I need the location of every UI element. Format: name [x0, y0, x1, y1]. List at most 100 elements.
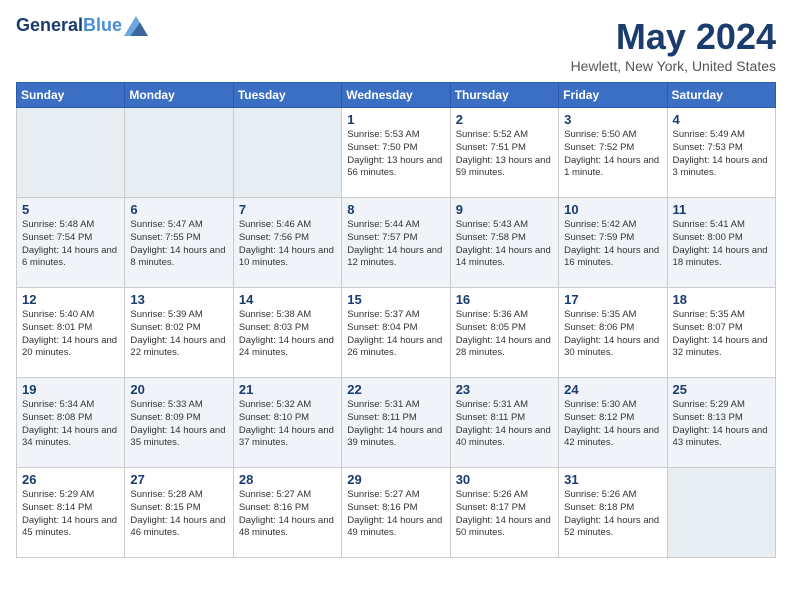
day-info: Sunrise: 5:53 AM Sunset: 7:50 PM Dayligh…: [347, 129, 444, 180]
calendar-table: SundayMondayTuesdayWednesdayThursdayFrid…: [16, 82, 776, 558]
day-info: Sunrise: 5:50 AM Sunset: 7:52 PM Dayligh…: [564, 129, 661, 180]
title-area: May 2024 Hewlett, New York, United State…: [571, 16, 776, 74]
day-number: 15: [347, 292, 444, 307]
day-number: 26: [22, 472, 119, 487]
day-number: 29: [347, 472, 444, 487]
calendar-day-cell: 18 Sunrise: 5:35 AM Sunset: 8:07 PM Dayli…: [667, 288, 775, 378]
day-info: Sunrise: 5:43 AM Sunset: 7:58 PM Dayligh…: [456, 219, 553, 270]
day-number: 22: [347, 382, 444, 397]
weekday-header-cell: Saturday: [667, 83, 775, 108]
day-number: 13: [130, 292, 227, 307]
calendar-day-cell: 12Sunrise: 5:40 AM Sunset: 8:01 PM Dayli…: [17, 288, 125, 378]
calendar-day-cell: 15 Sunrise: 5:37 AM Sunset: 8:04 PM Dayli…: [342, 288, 450, 378]
day-number: 30: [456, 472, 553, 487]
calendar-day-cell: 23 Sunrise: 5:31 AM Sunset: 8:11 PM Dayli…: [450, 378, 558, 468]
calendar-day-cell: 31 Sunrise: 5:26 AM Sunset: 8:18 PM Dayli…: [559, 468, 667, 558]
day-info: Sunrise: 5:42 AM Sunset: 7:59 PM Dayligh…: [564, 219, 661, 270]
day-info: Sunrise: 5:47 AM Sunset: 7:55 PM Dayligh…: [130, 219, 227, 270]
day-number: 23: [456, 382, 553, 397]
calendar-week-row: 5Sunrise: 5:48 AM Sunset: 7:54 PM Daylig…: [17, 198, 776, 288]
weekday-header-cell: Monday: [125, 83, 233, 108]
day-info: Sunrise: 5:30 AM Sunset: 8:12 PM Dayligh…: [564, 399, 661, 450]
day-number: 16: [456, 292, 553, 307]
day-info: Sunrise: 5:33 AM Sunset: 8:09 PM Dayligh…: [130, 399, 227, 450]
calendar-day-cell: 1 Sunrise: 5:53 AM Sunset: 7:50 PM Daylig…: [342, 108, 450, 198]
day-number: 24: [564, 382, 661, 397]
calendar-day-cell: 8Sunrise: 5:44 AM Sunset: 7:57 PM Daylig…: [342, 198, 450, 288]
day-number: 5: [22, 202, 119, 217]
day-info: Sunrise: 5:36 AM Sunset: 8:05 PM Dayligh…: [456, 309, 553, 360]
calendar-day-cell: 25Sunrise: 5:29 AM Sunset: 8:13 PM Dayli…: [667, 378, 775, 468]
day-number: 1: [347, 112, 444, 127]
logo: GeneralBlue: [16, 16, 148, 36]
day-number: 28: [239, 472, 336, 487]
day-info: Sunrise: 5:26 AM Sunset: 8:17 PM Dayligh…: [456, 489, 553, 540]
day-number: 6: [130, 202, 227, 217]
day-number: 10: [564, 202, 661, 217]
day-info: Sunrise: 5:29 AM Sunset: 8:13 PM Dayligh…: [673, 399, 770, 450]
day-info: Sunrise: 5:49 AM Sunset: 7:53 PM Dayligh…: [673, 129, 770, 180]
day-number: 14: [239, 292, 336, 307]
calendar-week-row: 1 Sunrise: 5:53 AM Sunset: 7:50 PM Daylig…: [17, 108, 776, 198]
day-number: 2: [456, 112, 553, 127]
page-header: GeneralBlue May 2024 Hewlett, New York, …: [16, 16, 776, 74]
calendar-day-cell: [17, 108, 125, 198]
calendar-day-cell: 17 Sunrise: 5:35 AM Sunset: 8:06 PM Dayli…: [559, 288, 667, 378]
calendar-day-cell: 24 Sunrise: 5:30 AM Sunset: 8:12 PM Dayli…: [559, 378, 667, 468]
day-number: 17: [564, 292, 661, 307]
day-number: 7: [239, 202, 336, 217]
calendar-week-row: 12Sunrise: 5:40 AM Sunset: 8:01 PM Dayli…: [17, 288, 776, 378]
day-info: Sunrise: 5:34 AM Sunset: 8:08 PM Dayligh…: [22, 399, 119, 450]
calendar-day-cell: 5Sunrise: 5:48 AM Sunset: 7:54 PM Daylig…: [17, 198, 125, 288]
weekday-header-cell: Tuesday: [233, 83, 341, 108]
calendar-day-cell: 14 Sunrise: 5:38 AM Sunset: 8:03 PM Dayli…: [233, 288, 341, 378]
day-info: Sunrise: 5:38 AM Sunset: 8:03 PM Dayligh…: [239, 309, 336, 360]
calendar-day-cell: 26 Sunrise: 5:29 AM Sunset: 8:14 PM Dayli…: [17, 468, 125, 558]
day-number: 21: [239, 382, 336, 397]
day-info: Sunrise: 5:37 AM Sunset: 8:04 PM Dayligh…: [347, 309, 444, 360]
calendar-day-cell: 10 Sunrise: 5:42 AM Sunset: 7:59 PM Dayli…: [559, 198, 667, 288]
calendar-day-cell: 9 Sunrise: 5:43 AM Sunset: 7:58 PM Daylig…: [450, 198, 558, 288]
weekday-header-cell: Thursday: [450, 83, 558, 108]
calendar-day-cell: [233, 108, 341, 198]
day-info: Sunrise: 5:52 AM Sunset: 7:51 PM Dayligh…: [456, 129, 553, 180]
day-number: 31: [564, 472, 661, 487]
day-info: Sunrise: 5:41 AM Sunset: 8:00 PM Dayligh…: [673, 219, 770, 270]
calendar-day-cell: 13 Sunrise: 5:39 AM Sunset: 8:02 PM Dayli…: [125, 288, 233, 378]
day-info: Sunrise: 5:35 AM Sunset: 8:06 PM Dayligh…: [564, 309, 661, 360]
calendar-week-row: 19Sunrise: 5:34 AM Sunset: 8:08 PM Dayli…: [17, 378, 776, 468]
calendar-week-row: 26 Sunrise: 5:29 AM Sunset: 8:14 PM Dayli…: [17, 468, 776, 558]
calendar-body: 1 Sunrise: 5:53 AM Sunset: 7:50 PM Daylig…: [17, 108, 776, 558]
day-info: Sunrise: 5:39 AM Sunset: 8:02 PM Dayligh…: [130, 309, 227, 360]
calendar-day-cell: 3Sunrise: 5:50 AM Sunset: 7:52 PM Daylig…: [559, 108, 667, 198]
day-number: 11: [673, 202, 770, 217]
weekday-header-row: SundayMondayTuesdayWednesdayThursdayFrid…: [17, 83, 776, 108]
calendar-day-cell: 2 Sunrise: 5:52 AM Sunset: 7:51 PM Daylig…: [450, 108, 558, 198]
day-number: 12: [22, 292, 119, 307]
calendar-day-cell: 29 Sunrise: 5:27 AM Sunset: 8:16 PM Dayli…: [342, 468, 450, 558]
day-number: 20: [130, 382, 227, 397]
calendar-day-cell: [125, 108, 233, 198]
calendar-day-cell: 30 Sunrise: 5:26 AM Sunset: 8:17 PM Dayli…: [450, 468, 558, 558]
calendar-day-cell: 4Sunrise: 5:49 AM Sunset: 7:53 PM Daylig…: [667, 108, 775, 198]
calendar-day-cell: 20 Sunrise: 5:33 AM Sunset: 8:09 PM Dayli…: [125, 378, 233, 468]
logo-icon: [124, 16, 148, 36]
day-info: Sunrise: 5:27 AM Sunset: 8:16 PM Dayligh…: [347, 489, 444, 540]
calendar-day-cell: 16 Sunrise: 5:36 AM Sunset: 8:05 PM Dayli…: [450, 288, 558, 378]
calendar-day-cell: 27Sunrise: 5:28 AM Sunset: 8:15 PM Dayli…: [125, 468, 233, 558]
day-info: Sunrise: 5:29 AM Sunset: 8:14 PM Dayligh…: [22, 489, 119, 540]
calendar-day-cell: 22 Sunrise: 5:31 AM Sunset: 8:11 PM Dayli…: [342, 378, 450, 468]
day-info: Sunrise: 5:31 AM Sunset: 8:11 PM Dayligh…: [347, 399, 444, 450]
day-info: Sunrise: 5:31 AM Sunset: 8:11 PM Dayligh…: [456, 399, 553, 450]
day-info: Sunrise: 5:35 AM Sunset: 8:07 PM Dayligh…: [673, 309, 770, 360]
day-info: Sunrise: 5:26 AM Sunset: 8:18 PM Dayligh…: [564, 489, 661, 540]
day-number: 18: [673, 292, 770, 307]
calendar-day-cell: 21 Sunrise: 5:32 AM Sunset: 8:10 PM Dayli…: [233, 378, 341, 468]
day-info: Sunrise: 5:32 AM Sunset: 8:10 PM Dayligh…: [239, 399, 336, 450]
weekday-header-cell: Friday: [559, 83, 667, 108]
calendar-subtitle: Hewlett, New York, United States: [571, 58, 776, 74]
calendar-day-cell: [667, 468, 775, 558]
weekday-header-cell: Wednesday: [342, 83, 450, 108]
day-number: 9: [456, 202, 553, 217]
calendar-day-cell: 11 Sunrise: 5:41 AM Sunset: 8:00 PM Dayli…: [667, 198, 775, 288]
